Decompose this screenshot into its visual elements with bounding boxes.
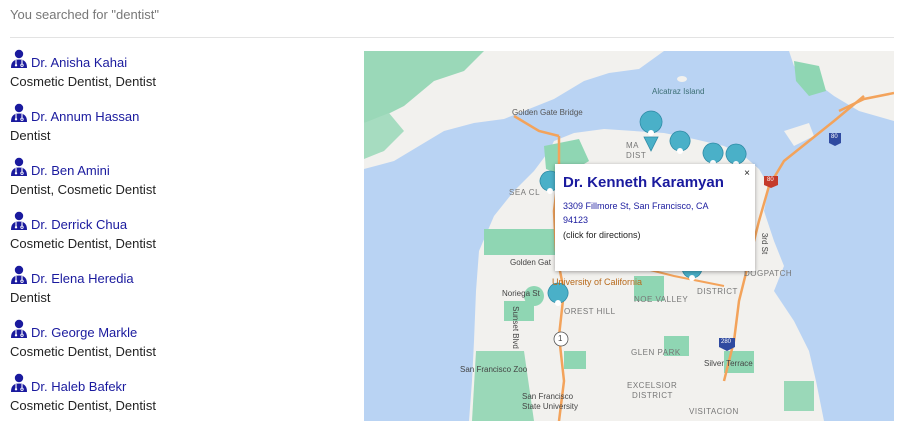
label-visitacion: VISITACION xyxy=(689,407,739,416)
label-marina-2: DIST xyxy=(626,151,647,160)
park-f xyxy=(784,381,814,411)
map[interactable]: Alcatraz Island Golden Gate Bridge MA DI… xyxy=(364,51,894,421)
label-district: DISTRICT xyxy=(697,287,738,296)
pin-3 xyxy=(702,142,724,164)
label-glen-park: GLEN PARK xyxy=(631,348,681,357)
label-third-st: 3rd St xyxy=(760,232,770,255)
specialties-text: Dentist, Cosmetic Dentist xyxy=(10,182,156,197)
popup-address[interactable]: 3309 Fillmore St, San Francisco, CA 9412… xyxy=(563,199,728,227)
doctor-icon xyxy=(11,265,27,284)
label-route-80: 80 xyxy=(831,134,838,140)
list-item: Dr. Elena Heredia Dentist xyxy=(10,265,350,319)
doctor-icon xyxy=(11,103,27,122)
list-item: Dr. Haleb Bafekr Cosmetic Dentist, Denti… xyxy=(10,373,350,421)
popup-title: Dr. Kenneth Karamyan xyxy=(563,174,724,191)
label-route-80b: 80 xyxy=(767,177,774,183)
yerba-buena xyxy=(784,123,814,146)
pin-2 xyxy=(669,130,691,152)
search-summary: You searched for "dentist" xyxy=(10,7,159,22)
label-alcatraz: Alcatraz Island xyxy=(652,87,705,96)
label-noe-valley: NOE VALLEY xyxy=(634,295,689,304)
label-forest-hill: OREST HILL xyxy=(564,307,616,316)
label-sunset-blvd: Sunset Blvd xyxy=(510,306,520,349)
park-e xyxy=(564,351,586,369)
list-item: Dr. Derrick Chua Cosmetic Dentist, Denti… xyxy=(10,211,350,265)
doctor-name-link[interactable]: Dr. George Markle xyxy=(31,325,137,340)
specialties-text: Cosmetic Dentist, Dentist xyxy=(10,74,156,89)
specialties-text: Dentist xyxy=(10,128,51,143)
pin-4 xyxy=(725,143,747,165)
label-marina-1: MA xyxy=(626,141,639,150)
label-golden-gate-bridge: Golden Gate Bridge xyxy=(512,108,583,117)
specialties-text: Cosmetic Dentist, Dentist xyxy=(10,236,156,251)
golden-gate-bridge-road xyxy=(513,114,560,138)
divider xyxy=(10,37,894,38)
map-popup[interactable]: × Dr. Kenneth Karamyan 3309 Fillmore St,… xyxy=(555,164,755,271)
label-excelsior-1: EXCELSIOR xyxy=(627,381,678,390)
doctor-name-link[interactable]: Dr. Annum Hassan xyxy=(31,109,139,124)
doctor-name-link[interactable]: Dr. Anisha Kahai xyxy=(31,55,127,70)
label-route-1: 1 xyxy=(558,334,563,343)
doctor-icon xyxy=(11,319,27,338)
list-item: Dr. Ben Amini Dentist, Cosmetic Dentist xyxy=(10,157,350,211)
doctor-icon xyxy=(11,211,27,230)
doctor-name-link[interactable]: Dr. Elena Heredia xyxy=(31,271,134,286)
list-item: Dr. George Markle Cosmetic Dentist, Dent… xyxy=(10,319,350,373)
popup-hint: (click for directions) xyxy=(563,230,641,240)
label-silver-terrace: Silver Terrace xyxy=(704,359,753,368)
label-golden-gate: Golden Gat xyxy=(510,258,551,267)
results-list: Dr. Anisha Kahai Cosmetic Dentist, Denti… xyxy=(10,49,350,421)
doctor-icon xyxy=(11,49,27,68)
doctor-icon xyxy=(11,157,27,176)
label-sfsu-2: State University xyxy=(522,402,579,411)
label-university: University of California xyxy=(552,277,643,287)
doctor-name-link[interactable]: Dr. Haleb Bafekr xyxy=(31,379,126,394)
doctor-name-link[interactable]: Dr. Derrick Chua xyxy=(31,217,127,232)
list-item: Dr. Annum Hassan Dentist xyxy=(10,103,350,157)
doctor-name-link[interactable]: Dr. Ben Amini xyxy=(31,163,110,178)
alcatraz xyxy=(677,76,687,82)
label-sfsu-1: San Francisco xyxy=(522,392,574,401)
specialties-text: Dentist xyxy=(10,290,51,305)
doctor-icon xyxy=(11,373,27,392)
label-sf-zoo: San Francisco Zoo xyxy=(460,365,528,374)
label-sea-cliff: SEA CL xyxy=(509,188,541,197)
label-route-280: 280 xyxy=(721,339,732,345)
close-icon[interactable]: × xyxy=(744,168,750,179)
list-item: Dr. Anisha Kahai Cosmetic Dentist, Denti… xyxy=(10,49,350,103)
label-excelsior-2: DISTRICT xyxy=(632,391,673,400)
specialties-text: Cosmetic Dentist, Dentist xyxy=(10,398,156,413)
label-noriega: Noriega St xyxy=(502,289,540,298)
specialties-text: Cosmetic Dentist, Dentist xyxy=(10,344,156,359)
